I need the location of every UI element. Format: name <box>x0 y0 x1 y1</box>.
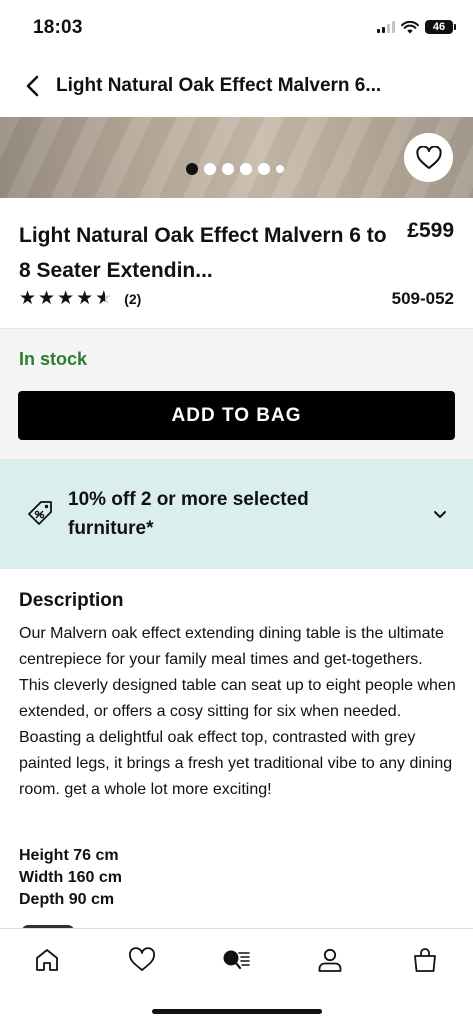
stock-status: In stock <box>19 349 88 369</box>
cellular-signal-icon <box>377 21 395 33</box>
heart-outline-icon <box>415 145 442 169</box>
promo-banner[interactable]: 10% off 2 or more selected furniture* <box>0 459 473 568</box>
product-image-gallery[interactable] <box>0 117 473 198</box>
star-icon: ★ <box>38 288 56 309</box>
search-list-icon <box>223 950 250 970</box>
status-time: 18:03 <box>33 17 83 38</box>
bottom-tab-bar <box>0 928 473 1024</box>
product-rating[interactable]: ★ ★ ★ ★ ★ (2) <box>19 289 141 308</box>
dimension-height: Height 76 cm <box>19 847 119 864</box>
product-header: Light Natural Oak Effect Malvern 6 to 8 … <box>0 198 473 328</box>
review-count[interactable]: (2) <box>124 291 141 307</box>
description-heading: Description <box>19 590 124 611</box>
tab-home[interactable] <box>27 943 67 977</box>
tab-search[interactable] <box>216 943 256 977</box>
person-icon <box>318 948 342 972</box>
description-body: Our Malvern oak effect extending dining … <box>19 625 456 798</box>
heart-icon <box>129 947 155 971</box>
battery-icon: 46 <box>425 20 456 34</box>
tab-wishlist[interactable] <box>122 943 162 977</box>
price-tag-icon <box>28 501 52 525</box>
product-sku: 509-052 <box>391 289 454 308</box>
shopping-bag-icon <box>414 948 436 972</box>
tab-bag[interactable] <box>405 943 445 977</box>
add-to-bag-button[interactable]: ADD TO BAG <box>18 391 455 440</box>
dimensions: Height 76 cm Width 160 cm Depth 90 cm <box>19 845 122 911</box>
gallery-dot[interactable] <box>258 163 270 175</box>
back-button[interactable] <box>22 74 46 98</box>
dimension-width: Width 160 cm <box>19 869 122 886</box>
description-section: Description Our Malvern oak effect exten… <box>0 568 473 931</box>
nav-bar: Light Natural Oak Effect Malvern 6... <box>0 64 473 108</box>
gallery-dot[interactable] <box>276 165 284 173</box>
favourite-button[interactable] <box>404 133 453 182</box>
product-price: £599 <box>407 219 454 242</box>
gallery-dot[interactable] <box>240 163 252 175</box>
gallery-pagination[interactable] <box>186 163 284 175</box>
product-title: Light Natural Oak Effect Malvern 6 to 8 … <box>19 224 387 282</box>
gallery-dot[interactable] <box>186 163 198 175</box>
page-title: Light Natural Oak Effect Malvern 6... <box>56 75 382 96</box>
wifi-icon <box>401 20 419 33</box>
promo-text: 10% off 2 or more selected furniture* <box>68 489 309 539</box>
buy-section: In stock ADD TO BAG <box>0 328 473 459</box>
gallery-dot[interactable] <box>222 163 234 175</box>
tab-account[interactable] <box>310 943 350 977</box>
half-star-icon: ★ <box>95 289 112 308</box>
status-bar: 18:03 46 <box>0 0 473 56</box>
gallery-dot[interactable] <box>204 163 216 175</box>
star-icon: ★ <box>19 288 37 309</box>
star-icon: ★ <box>57 288 75 309</box>
chevron-down-icon[interactable] <box>431 505 449 523</box>
star-icon: ★ <box>76 288 94 309</box>
status-icons: 46 <box>377 20 456 34</box>
chevron-left-icon <box>26 75 39 97</box>
dimension-depth: Depth 90 cm <box>19 891 115 908</box>
home-indicator[interactable] <box>152 1009 322 1014</box>
home-icon <box>36 949 58 971</box>
